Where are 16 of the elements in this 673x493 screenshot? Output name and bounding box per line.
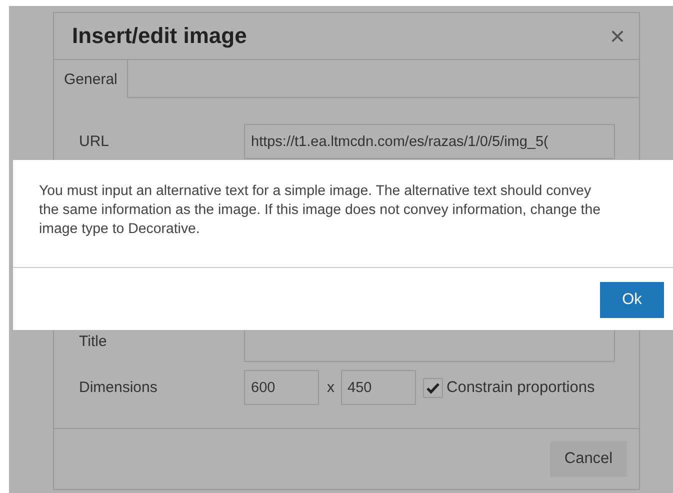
- ok-button[interactable]: Ok: [600, 282, 664, 318]
- dialog-title: Insert/edit image: [72, 23, 247, 49]
- check-icon: [426, 382, 440, 394]
- checkbox[interactable]: [422, 378, 442, 398]
- close-button[interactable]: ×: [610, 20, 625, 52]
- url-field[interactable]: https://t1.ea.ltmcdn.com/es/razas/1/0/5/img_5(: [244, 124, 615, 159]
- tab[interactable]: General: [54, 60, 128, 98]
- field-label: Dimensions: [78, 379, 158, 396]
- checkbox-label: Constrain proportions: [446, 378, 595, 396]
- alert-message: You must input an alternative text for a simple image. The alternative text should convey the same information as the image. If this image does not convey information, change the image type to Decorative.: [13, 160, 673, 268]
- field-label: Title: [78, 333, 108, 350]
- width-field[interactable]: 600: [244, 370, 319, 405]
- dimension-separator: x: [327, 379, 334, 396]
- cancel-button[interactable]: Cancel: [550, 441, 627, 477]
- field-label: URL: [78, 133, 110, 150]
- height-field[interactable]: 450: [340, 370, 416, 405]
